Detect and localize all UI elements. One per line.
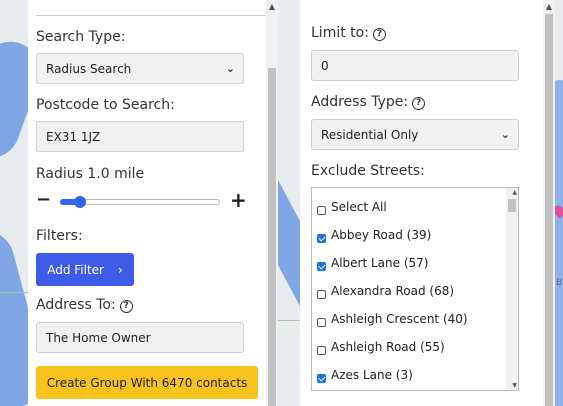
list-item-label: Albert Lane (57) (331, 256, 429, 270)
limit-text: Limit to: (311, 25, 369, 41)
list-item[interactable]: Azes Lane (3) (317, 368, 413, 383)
list-item-label: Abbey Road (39) (331, 228, 432, 242)
list-item[interactable]: Select All (317, 200, 387, 215)
plus-icon[interactable]: + (230, 190, 247, 210)
checkbox[interactable] (317, 289, 326, 299)
address-type-label: Address Type:? (311, 94, 426, 110)
search-type-select[interactable]: Radius Search ⌄ (36, 53, 244, 84)
list-item-label: Ashleigh Road (55) (331, 340, 445, 354)
address-type-text: Address Type: (311, 94, 409, 110)
right-scrollbar-thumb[interactable] (545, 14, 553, 406)
search-type-value: Radius Search (46, 61, 132, 76)
slider-handle[interactable] (74, 196, 86, 208)
list-item-label: Azes Lane (3) (331, 368, 413, 382)
checkbox[interactable] (317, 261, 326, 271)
address-to-value: The Home Owner (46, 330, 151, 345)
list-item[interactable]: Abbey Road (39) (317, 228, 432, 243)
checkbox[interactable] (317, 205, 326, 215)
checkbox[interactable] (317, 345, 326, 355)
map-road (278, 320, 300, 321)
left-scrollbar-thumb[interactable] (268, 68, 276, 406)
list-item-label: Alexandra Road (68) (331, 284, 455, 298)
filters-label: Filters: (36, 228, 83, 244)
postcode-label: Postcode to Search: (36, 97, 175, 113)
list-item-label: Select All (331, 200, 387, 214)
address-type-select[interactable]: Residential Only ⌄ (311, 119, 519, 150)
add-filter-label: Add Filter (47, 262, 104, 277)
address-to-input[interactable]: The Home Owner (36, 322, 244, 353)
chevron-down-icon: ⌄ (225, 62, 235, 75)
scroll-up-icon[interactable]: ▲ (267, 2, 277, 12)
limit-label: Limit to:? (311, 25, 386, 41)
radius-slider[interactable]: − + (36, 190, 247, 211)
limit-value: 0 (321, 58, 329, 73)
create-group-label: Create Group With 6470 contacts (46, 375, 248, 390)
scroll-up-icon[interactable]: ▲ (544, 2, 554, 11)
map-road (0, 292, 28, 293)
list-scrollbar[interactable] (506, 188, 518, 390)
checkbox[interactable] (317, 233, 326, 243)
address-to-label: Address To:? (36, 297, 133, 313)
address-type-value: Residential Only (321, 127, 419, 142)
map-label: B (556, 278, 563, 288)
list-scrollbar-thumb[interactable] (508, 199, 516, 212)
checkbox[interactable] (317, 373, 326, 383)
search-type-label: Search Type: (36, 29, 126, 45)
list-item[interactable]: Alexandra Road (68) (317, 284, 455, 299)
postcode-input[interactable]: EX31 1JZ (36, 121, 244, 152)
exclude-streets-list[interactable]: Select All Abbey Road (39) Albert Lane (… (311, 187, 519, 391)
list-item-label: Ashleigh Crescent (40) (331, 312, 468, 326)
chevron-down-icon: ⌄ (500, 128, 510, 141)
question-circle-icon[interactable]: ? (372, 28, 386, 41)
minus-icon[interactable]: − (36, 191, 51, 209)
list-item[interactable]: Ashleigh Road (55) (317, 340, 445, 355)
address-to-text: Address To: (36, 297, 116, 313)
list-item[interactable]: Albert Lane (57) (317, 256, 429, 271)
postcode-value: EX31 1JZ (46, 129, 101, 144)
exclude-streets-label: Exclude Streets: (311, 163, 425, 179)
create-group-button[interactable]: Create Group With 6470 contacts (36, 366, 258, 399)
question-circle-icon[interactable]: ? (412, 97, 426, 110)
chevron-right-icon: › (117, 262, 123, 277)
list-item[interactable]: Ashleigh Crescent (40) (317, 312, 468, 327)
radius-label: Radius 1.0 mile (36, 166, 145, 182)
scroll-down-icon[interactable]: ▼ (512, 382, 517, 389)
add-filter-button[interactable]: Add Filter › (36, 253, 134, 286)
limit-input[interactable]: 0 (311, 50, 519, 81)
checkbox[interactable] (317, 317, 326, 327)
question-circle-icon[interactable]: ? (119, 300, 133, 313)
scroll-up-icon[interactable]: ▲ (512, 189, 517, 196)
divider (36, 15, 272, 16)
